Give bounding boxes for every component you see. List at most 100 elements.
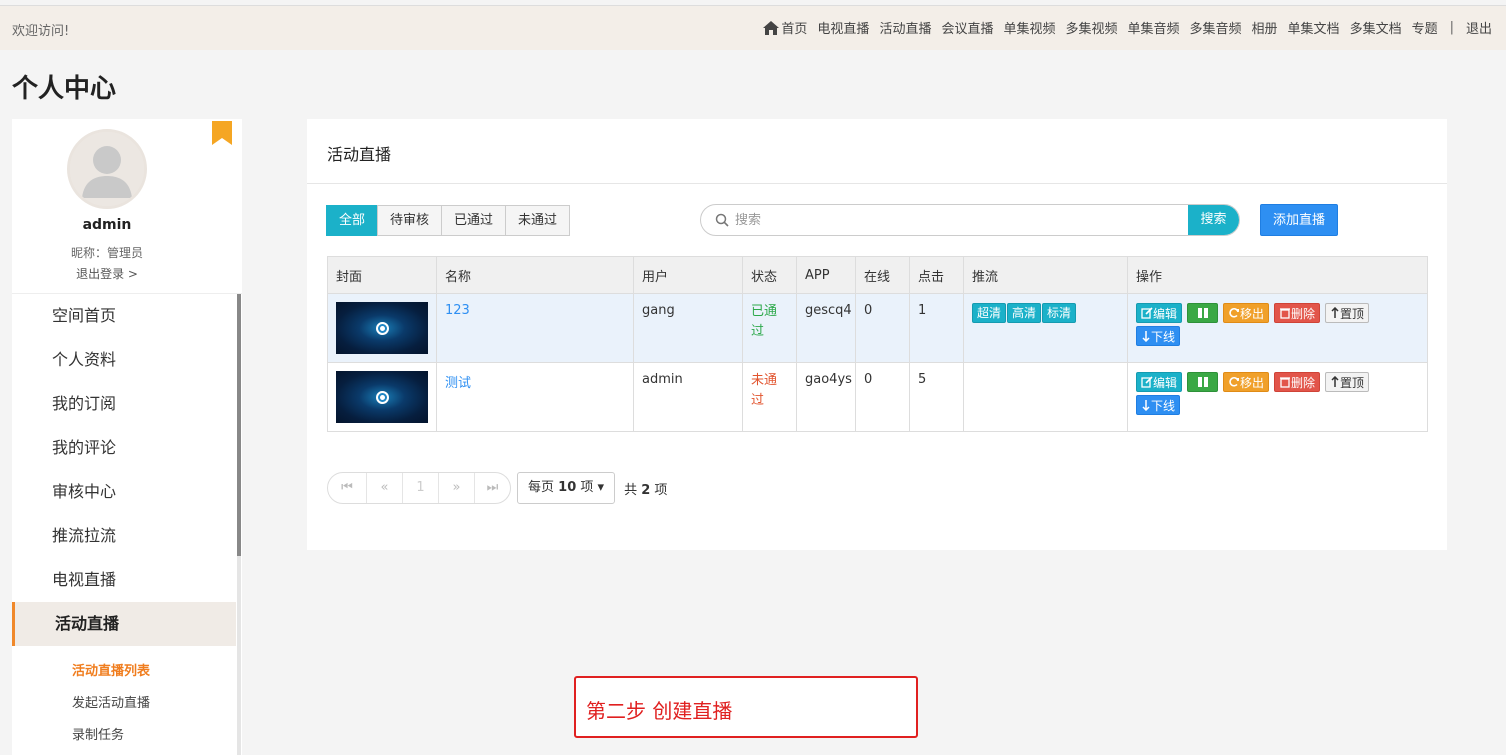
sidebar-scrollbar[interactable] (237, 294, 241, 755)
edit-button[interactable]: 编辑 (1136, 372, 1183, 392)
nav-home[interactable]: 首页 (763, 18, 807, 37)
sidebar-item-streaming[interactable]: 推流拉流 (12, 514, 242, 558)
avatar[interactable] (67, 129, 147, 209)
filter-pending[interactable]: 待审核 (377, 205, 443, 236)
stream-hd-button[interactable]: 高清 (1007, 303, 1042, 323)
sidebar-item-comments[interactable]: 我的评论 (12, 426, 242, 470)
offline-button[interactable]: 下线 (1136, 326, 1181, 346)
user-icon (70, 132, 144, 206)
nav-multi-audio[interactable]: 多集音频 (1190, 18, 1242, 37)
bookmark-icon (212, 121, 232, 145)
live-table: 封面 名称 用户 状态 APP 在线 点击 推流 操作 123 gang 已通过… (327, 256, 1428, 432)
per-page-select[interactable]: 每页 10 项 ▾ (517, 472, 616, 504)
pause-icon (1197, 377, 1208, 387)
cover-thumbnail[interactable] (336, 371, 428, 423)
nav-tv-live[interactable]: 电视直播 (817, 18, 869, 37)
sidebar-item-tv-live[interactable]: 电视直播 (12, 558, 242, 602)
delete-label: 删除 (1291, 306, 1316, 321)
logout-link[interactable]: 退出 (1466, 18, 1492, 37)
sidebar-item-profile[interactable]: 个人资料 (12, 338, 242, 382)
sidebar-item-subscriptions[interactable]: 我的订阅 (12, 382, 242, 426)
stream-sd-button[interactable]: 标清 (1042, 303, 1077, 323)
live-name-link[interactable]: 测试 (445, 376, 471, 391)
per-page-suffix: 项 (580, 480, 594, 495)
nav-single-video[interactable]: 单集视频 (1003, 18, 1055, 37)
main-card: 活动直播 全部 待审核 已通过 未通过 搜索 添加直播 封面 名称 用户 状态 … (307, 119, 1447, 550)
pagination: ⏮ « 1 » ⏭ 每页 10 项 ▾ 共 2 项 (327, 472, 667, 504)
sidebar-subitem-recording[interactable]: 录制任务 (12, 720, 242, 752)
sidebar-item-review[interactable]: 审核中心 (12, 470, 242, 514)
nav-event-live[interactable]: 活动直播 (879, 18, 931, 37)
cover-thumbnail[interactable] (336, 302, 428, 354)
col-user: 用户 (633, 256, 743, 294)
filter-all[interactable]: 全部 (326, 205, 379, 236)
move-out-button[interactable]: 移出 (1223, 303, 1270, 323)
divider (307, 183, 1447, 184)
user-cell: gang (633, 293, 743, 363)
clicks-cell: 5 (909, 362, 964, 432)
pin-top-button[interactable]: 置顶 (1325, 372, 1370, 392)
delete-button[interactable]: 删除 (1274, 372, 1321, 392)
last-page-button[interactable]: ⏭ (474, 473, 510, 503)
sidebar-subitem-start-event[interactable]: 发起活动直播 (12, 688, 242, 720)
current-page[interactable]: 1 (402, 473, 438, 503)
pin-top-button[interactable]: 置顶 (1325, 303, 1370, 323)
next-page-button[interactable]: » (438, 473, 474, 503)
annotation-box: 第二步 创建直播 (574, 676, 918, 738)
pause-icon (1197, 308, 1208, 318)
filter-approved[interactable]: 已通过 (441, 205, 507, 236)
offline-label: 下线 (1151, 398, 1176, 413)
live-name-link[interactable]: 123 (445, 303, 470, 318)
trash-icon (1280, 377, 1291, 388)
delete-label: 删除 (1291, 375, 1316, 390)
sidebar: 空间首页 个人资料 我的订阅 我的评论 审核中心 推流拉流 电视直播 活动直播 … (12, 294, 242, 755)
nav-album[interactable]: 相册 (1252, 18, 1278, 37)
filter-rejected[interactable]: 未通过 (505, 205, 571, 236)
top-bar: 欢迎访问! 首页 电视直播 活动直播 会议直播 单集视频 多集视频 单集音频 多… (0, 5, 1506, 50)
page-title: 个人中心 (12, 74, 117, 104)
col-status: 状态 (742, 256, 797, 294)
search-input[interactable] (729, 205, 1188, 235)
sidebar-subitem-event-list[interactable]: 活动直播列表 (12, 656, 242, 688)
prev-page-button[interactable]: « (366, 473, 402, 503)
sign-out-link[interactable]: 退出登录 > (12, 265, 202, 282)
username: admin (82, 217, 132, 233)
edit-label: 编辑 (1153, 306, 1178, 321)
nav-single-doc[interactable]: 单集文档 (1288, 18, 1340, 37)
nav-divider: | (1449, 20, 1454, 35)
arrow-up-icon (1331, 376, 1339, 387)
online-cell: 0 (855, 362, 910, 432)
sidebar-item-event-live[interactable]: 活动直播 (12, 602, 236, 646)
nav-topic[interactable]: 专题 (1412, 18, 1438, 37)
nav-multi-doc[interactable]: 多集文档 (1350, 18, 1402, 37)
col-online: 在线 (855, 256, 910, 294)
annotation-text: 第二步 创建直播 (586, 699, 733, 723)
user-cell: admin (633, 362, 743, 432)
pause-button[interactable] (1187, 303, 1219, 323)
table-header: 封面 名称 用户 状态 APP 在线 点击 推流 操作 (327, 256, 1428, 294)
col-actions: 操作 (1127, 256, 1428, 294)
nav-multi-video[interactable]: 多集视频 (1065, 18, 1117, 37)
clicks-cell: 1 (909, 293, 964, 363)
nav-meeting-live[interactable]: 会议直播 (941, 18, 993, 37)
nav-single-audio[interactable]: 单集音频 (1128, 18, 1180, 37)
total-count: 共 2 项 (624, 479, 667, 498)
status-badge: 已通过 (751, 304, 778, 339)
arrow-down-icon (1142, 400, 1150, 411)
scrollbar-thumb[interactable] (237, 294, 241, 556)
pause-button[interactable] (1187, 372, 1219, 392)
sidebar-item-space-home[interactable]: 空间首页 (12, 294, 242, 338)
stream-uhd-button[interactable]: 超清 (972, 303, 1007, 323)
total-suffix: 项 (654, 482, 668, 498)
move-out-label: 移出 (1240, 375, 1265, 390)
delete-button[interactable]: 删除 (1274, 303, 1321, 323)
move-out-button[interactable]: 移出 (1223, 372, 1270, 392)
app-cell: gao4ys (796, 362, 856, 432)
page-buttons: ⏮ « 1 » ⏭ (327, 472, 511, 504)
first-page-button[interactable]: ⏮ (328, 473, 366, 503)
add-live-button[interactable]: 添加直播 (1260, 204, 1338, 236)
card-title: 活动直播 (327, 145, 392, 164)
offline-button[interactable]: 下线 (1136, 395, 1181, 415)
search-button[interactable]: 搜索 (1188, 205, 1239, 235)
edit-button[interactable]: 编辑 (1136, 303, 1183, 323)
